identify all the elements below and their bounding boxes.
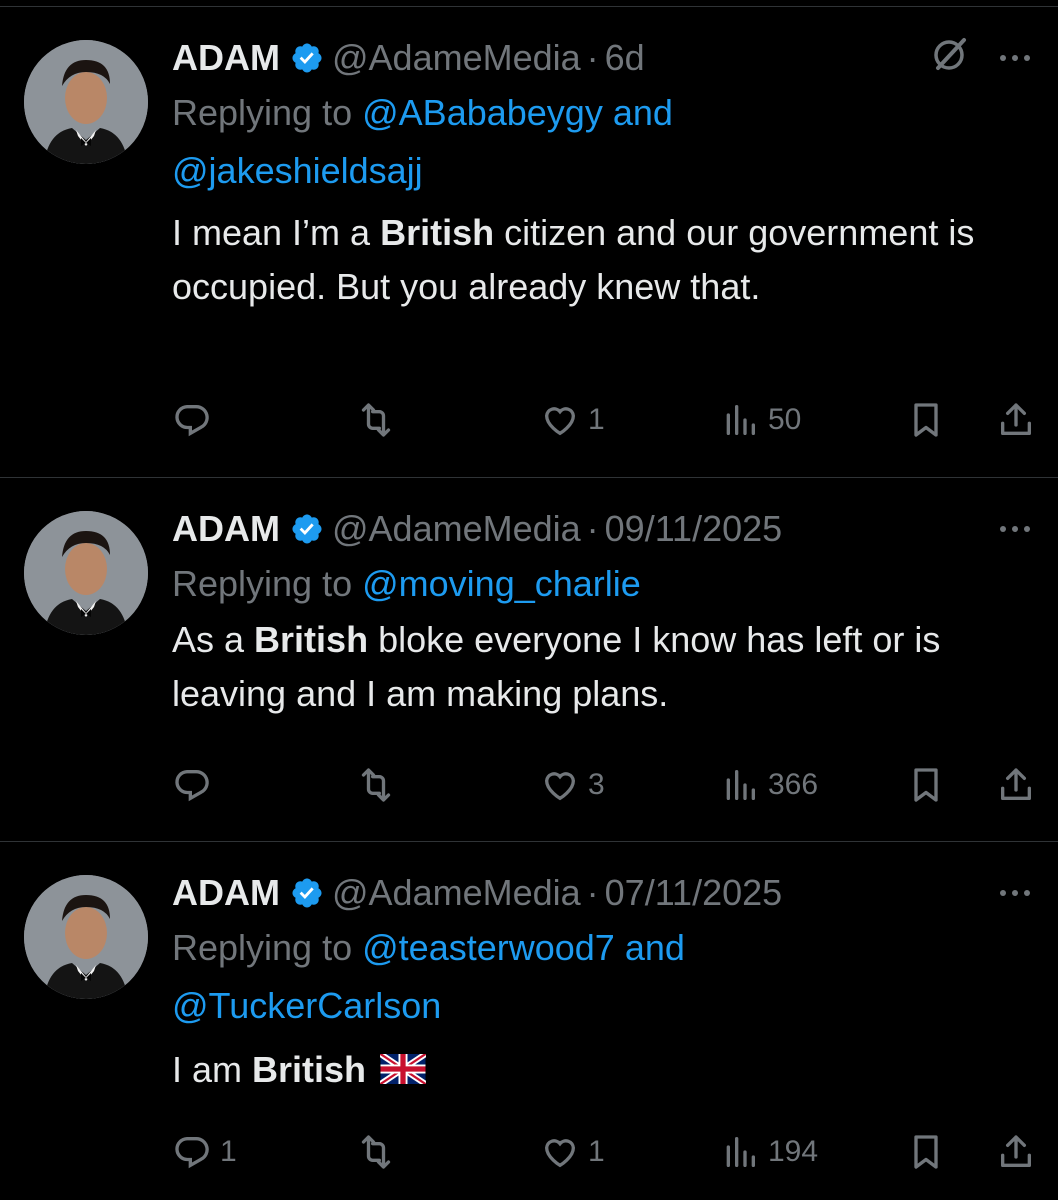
views-count: 194 (768, 1135, 819, 1168)
replying-to: Replying to @ABababeygy and @jakeshields… (172, 84, 1034, 200)
verified-badge-icon (290, 876, 324, 910)
views-button[interactable]: 366 (720, 765, 818, 805)
reply-button[interactable] (172, 400, 220, 440)
more-icon[interactable] (1000, 55, 1034, 61)
like-button[interactable]: 3 (540, 765, 605, 805)
reply-icon (175, 1136, 209, 1169)
replying-to: Replying to @teasterwood7 and @TuckerCar… (172, 919, 1034, 1035)
reply-count: 1 (220, 1135, 237, 1168)
retweet-button[interactable] (356, 400, 404, 440)
tweet-text-part: As a (172, 619, 255, 660)
tweet-1[interactable]: ADAM @AdameMedia · 6d Replying to @ABaba… (0, 8, 1058, 478)
verified-badge-icon (290, 512, 324, 546)
retweet-icon (361, 403, 391, 437)
mention-link[interactable]: @moving_charlie (362, 563, 641, 604)
tweet-header: ADAM @AdameMedia · 07/11/2025 (172, 867, 1034, 919)
bookmark-icon (914, 403, 938, 437)
display-name[interactable]: ADAM (172, 508, 280, 550)
share-button[interactable] (996, 400, 1036, 440)
avatar[interactable] (24, 40, 148, 164)
more-icon[interactable] (1000, 526, 1034, 532)
like-icon (544, 407, 576, 436)
timestamp[interactable]: 6d (605, 37, 645, 79)
views-count: 366 (768, 768, 819, 801)
like-button[interactable]: 1 (540, 1132, 605, 1172)
reply-button[interactable]: 1 (172, 1132, 237, 1172)
share-icon (1001, 403, 1031, 435)
retweet-icon (361, 1135, 391, 1169)
views-icon (726, 1137, 755, 1167)
display-name[interactable]: ADAM (172, 37, 280, 79)
timestamp[interactable]: 09/11/2025 (605, 508, 783, 550)
action-bar: 1 50 (172, 396, 1032, 444)
retweet-button[interactable] (356, 1132, 404, 1172)
bookmark-button[interactable] (906, 1132, 946, 1172)
bookmark-button[interactable] (906, 400, 946, 440)
like-count: 1 (588, 1135, 605, 1168)
timestamp[interactable]: 07/11/2025 (605, 872, 783, 914)
tweet-3[interactable]: ADAM @AdameMedia · 07/11/2025 Replying t… (0, 843, 1058, 1200)
mention-link[interactable]: @TuckerCarlson (172, 985, 441, 1026)
separator-dot: · (586, 37, 599, 78)
handle[interactable]: @AdameMedia (332, 37, 581, 79)
bookmark-icon (914, 768, 938, 802)
bookmark-icon (914, 1135, 938, 1169)
separator-dot: · (586, 508, 599, 549)
action-bar: 3 366 (172, 761, 1032, 809)
replying-to: Replying to @moving_charlie (172, 555, 1034, 613)
like-button[interactable]: 1 (540, 400, 605, 440)
action-bar: 1 1 194 (172, 1128, 1032, 1176)
share-icon (1001, 768, 1031, 800)
tweet-text: I mean I’m a British citizen and our gov… (172, 206, 1034, 314)
tweet-text-part: I am (172, 1049, 253, 1090)
share-button[interactable] (996, 765, 1036, 805)
grok-icon[interactable] (930, 34, 970, 83)
handle[interactable]: @AdameMedia (332, 872, 581, 914)
views-icon (726, 405, 755, 435)
tweet-text-part: I mean I’m a (172, 212, 381, 253)
tweet-text: I am British (172, 1043, 1034, 1097)
share-button[interactable] (996, 1132, 1036, 1172)
bookmark-button[interactable] (906, 765, 946, 805)
replying-to-label: Replying to (172, 927, 353, 968)
tweet-text: As a British bloke everyone I know has l… (172, 613, 1034, 721)
replying-to-label: Replying to (172, 92, 353, 133)
reply-button[interactable] (172, 765, 220, 805)
top-divider (0, 6, 1058, 7)
uk-flag-emoji (378, 1045, 428, 1087)
like-count: 1 (588, 403, 605, 436)
like-icon (544, 772, 576, 801)
handle[interactable]: @AdameMedia (332, 508, 581, 550)
like-icon (544, 1139, 576, 1168)
like-count: 3 (588, 768, 605, 801)
mention-link[interactable]: @ABababeygy and (362, 92, 673, 133)
views-icon (726, 770, 755, 800)
separator-dot: · (586, 872, 599, 913)
retweet-icon (361, 768, 391, 802)
tweet-2[interactable]: ADAM @AdameMedia · 09/11/2025 Replying t… (0, 479, 1058, 842)
avatar[interactable] (24, 511, 148, 635)
mention-link[interactable]: @jakeshieldsajj (172, 150, 423, 191)
reply-icon (175, 769, 209, 802)
retweet-button[interactable] (356, 765, 404, 805)
views-button[interactable]: 50 (720, 400, 801, 440)
views-count: 50 (768, 403, 802, 436)
tweet-text-bold: British (252, 1049, 367, 1090)
mention-link[interactable]: @teasterwood7 and (362, 927, 685, 968)
views-button[interactable]: 194 (720, 1132, 818, 1172)
tweet-header: ADAM @AdameMedia · 09/11/2025 (172, 503, 1034, 555)
display-name[interactable]: ADAM (172, 872, 280, 914)
tweet-text-bold: British (380, 212, 495, 253)
avatar[interactable] (24, 875, 148, 999)
replying-to-label: Replying to (172, 563, 353, 604)
tweet-header: ADAM @AdameMedia · 6d (172, 32, 1034, 84)
tweet-text-bold: British (254, 619, 369, 660)
share-icon (1001, 1135, 1031, 1167)
more-icon[interactable] (1000, 890, 1034, 896)
verified-badge-icon (290, 41, 324, 75)
reply-icon (175, 404, 209, 437)
